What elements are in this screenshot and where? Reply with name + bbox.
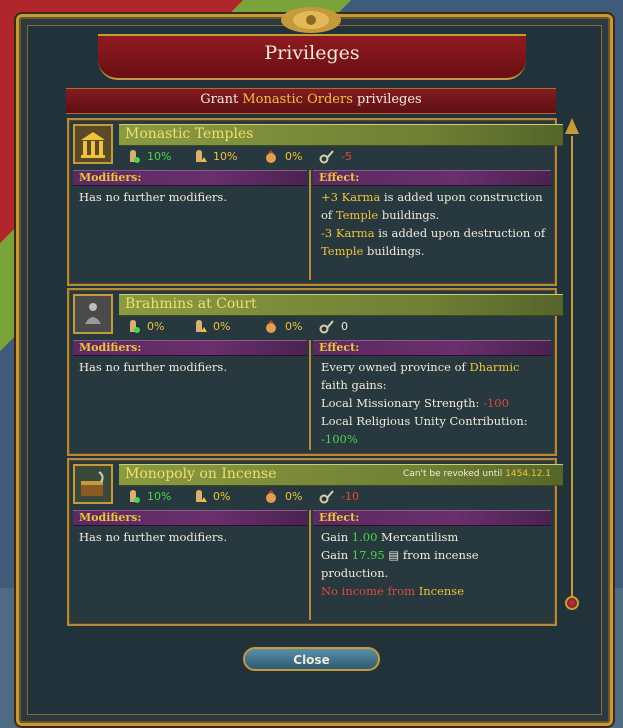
privilege-card-2[interactable]: Brahmins at Court 0% 0% 0% 0 Modifiers: <box>67 288 563 456</box>
effect-line: -3 Karma is added upon destruction of <box>321 226 546 240</box>
scroll-track[interactable] <box>571 136 573 606</box>
temple-icon <box>73 124 113 164</box>
privilege-title-bar[interactable]: Monastic Temples <box>119 124 563 146</box>
effect-line: Every owned province of Dharmic <box>321 360 520 374</box>
effect-text: Gain 1.00 Mercantilism Gain 17.95 ▤ from … <box>321 528 553 600</box>
privilege-title-bar[interactable]: Brahmins at Court <box>119 294 563 316</box>
privilege-card-1[interactable]: Monastic Temples 10% 10% 0% -5 Modifiers… <box>67 118 563 286</box>
scrollbar[interactable] <box>565 118 579 620</box>
effect-text: Every owned province of Dharmic faith gai… <box>321 358 553 448</box>
loyalty-icon <box>130 320 140 333</box>
meditating-monk-icon <box>73 294 113 334</box>
effect-line: -100% <box>321 432 358 446</box>
crest-ornament-icon <box>281 7 341 33</box>
column-divider <box>309 170 311 280</box>
karma-icon <box>319 490 334 504</box>
influence-icon <box>196 150 207 162</box>
privilege-list: Monastic Temples 10% 10% 0% -5 Modifiers… <box>63 114 563 626</box>
subtitle-banner: Grant Monastic Orders privileges <box>66 88 556 114</box>
column-divider <box>309 340 311 450</box>
revoke-note: Can't be revoked until 1454.12.1 <box>403 469 551 479</box>
privilege-name: Brahmins at Court <box>125 296 257 312</box>
modifiers-text: Has no further modifiers. <box>79 360 227 374</box>
title-banner: Privileges <box>98 34 526 80</box>
effect-line: No income from Incense <box>321 584 465 598</box>
incense-chest-icon <box>73 464 113 504</box>
scroll-thumb[interactable] <box>565 596 579 610</box>
privilege-name: Monopoly on Incense <box>125 466 277 482</box>
effect-header: Effect: <box>313 510 551 526</box>
modifiers-header: Modifiers: <box>73 170 307 186</box>
effect-line: production. <box>321 566 389 580</box>
crown-land-icon <box>266 320 276 333</box>
subtitle-suffix: privileges <box>357 92 422 107</box>
effect-line: Local Missionary Strength: -100 <box>321 396 509 410</box>
effect-text: +3 Karma is added upon construction of Te… <box>321 188 553 260</box>
modifiers-text: Has no further modifiers. <box>79 190 227 204</box>
modifiers-header: Modifiers: <box>73 340 307 356</box>
privilege-stats: 0% 0% 0% 0 <box>125 318 545 336</box>
karma-icon <box>319 320 334 334</box>
effect-header: Effect: <box>313 170 551 186</box>
effect-line: of Temple buildings. <box>321 208 440 222</box>
privilege-stats: 10% 10% 0% -5 <box>125 148 545 166</box>
influence-icon <box>196 320 207 332</box>
effect-line: faith gains: <box>321 378 387 392</box>
crown-land-icon <box>266 150 276 163</box>
loyalty-icon <box>130 490 140 503</box>
loyalty-icon <box>130 150 140 163</box>
karma-icon <box>319 150 334 164</box>
crown-land-icon <box>266 490 276 503</box>
estate-name: Monastic Orders <box>242 92 353 107</box>
privilege-name: Monastic Temples <box>125 126 254 142</box>
effect-line: +3 Karma is added upon construction <box>321 190 543 204</box>
privilege-title-bar[interactable]: Monopoly on Incense Can't be revoked unt… <box>119 464 563 486</box>
privilege-card-3[interactable]: Monopoly on Incense Can't be revoked unt… <box>67 458 563 626</box>
effect-line: Temple buildings. <box>321 244 425 258</box>
effect-header: Effect: <box>313 340 551 356</box>
effect-line: Gain 17.95 ▤ from incense <box>321 548 479 562</box>
column-divider <box>309 510 311 620</box>
effect-line: Local Religious Unity Contribution: <box>321 414 528 428</box>
influence-icon <box>196 490 207 502</box>
page-title: Privileges <box>264 42 360 64</box>
effect-line: Gain 1.00 Mercantilism <box>321 530 459 544</box>
subtitle-prefix: Grant <box>200 92 239 107</box>
modifiers-header: Modifiers: <box>73 510 307 526</box>
modifiers-text: Has no further modifiers. <box>79 530 227 544</box>
close-button[interactable]: Close <box>243 647 380 671</box>
privilege-stats: 10% 0% 0% -10 <box>125 488 545 506</box>
subtitle: Grant Monastic Orders privileges <box>66 92 556 107</box>
scroll-up-arrow-icon[interactable] <box>565 118 579 134</box>
